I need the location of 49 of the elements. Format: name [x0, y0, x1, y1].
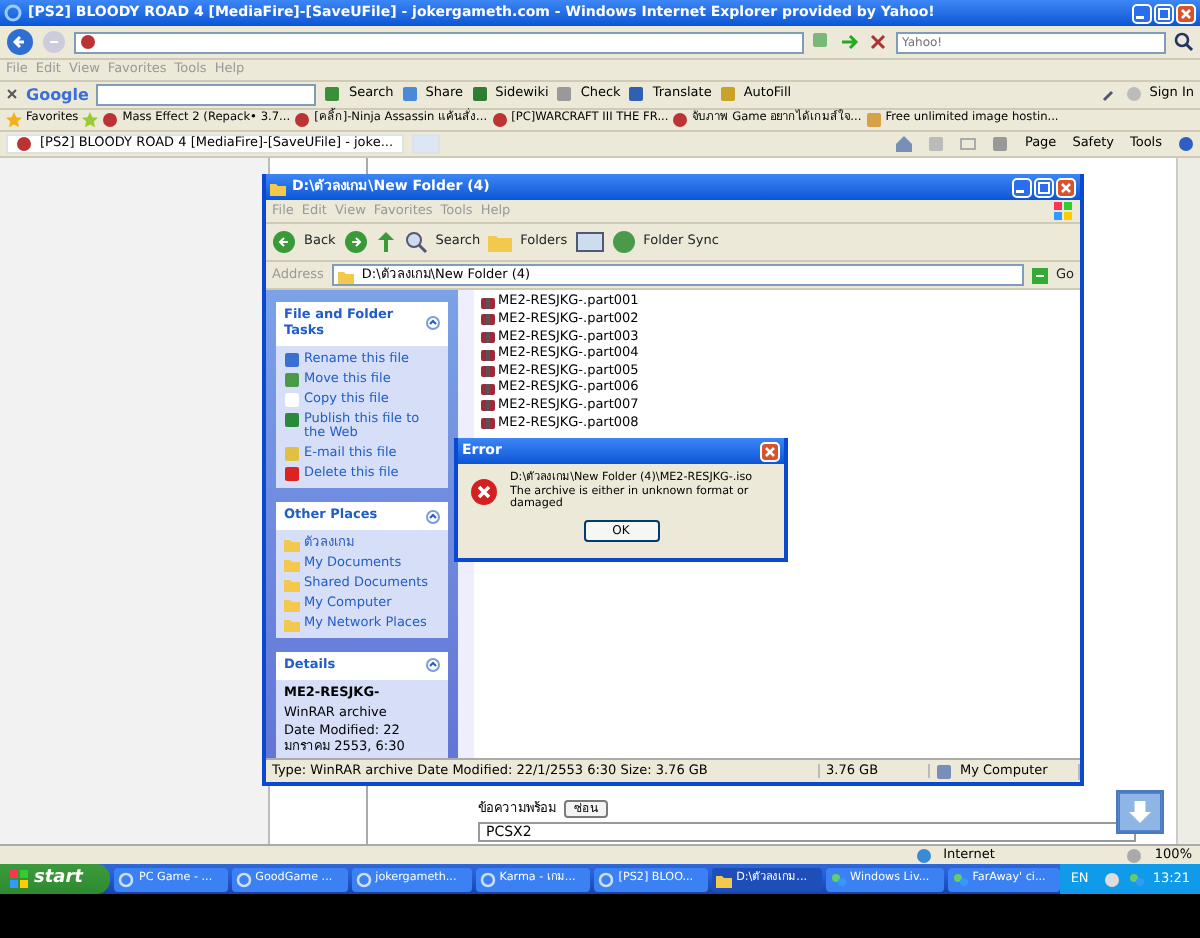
- start-button[interactable]: start: [0, 864, 111, 894]
- views-icon[interactable]: [575, 232, 604, 252]
- maximize-icon[interactable]: [1154, 3, 1174, 23]
- folder-icon: [270, 179, 286, 195]
- toolbar-icon: [401, 86, 418, 103]
- site-icon: [16, 135, 32, 152]
- download-arrow-icon[interactable]: [1116, 790, 1164, 834]
- search-icon[interactable]: [1174, 32, 1194, 52]
- up-arrow-icon[interactable]: [375, 230, 396, 254]
- site-icon: [294, 111, 311, 128]
- folder-icon: [488, 230, 513, 254]
- address-field[interactable]: [74, 31, 804, 53]
- scrollbar[interactable]: [1176, 157, 1200, 844]
- browser-logo-icon: [4, 4, 22, 22]
- toolbar-icon: [719, 86, 736, 103]
- site-icon: [672, 111, 689, 128]
- toolbar-logo: Google: [26, 85, 89, 105]
- browser-icon: [598, 871, 615, 887]
- collapse-chevron-icon[interactable]: [426, 316, 440, 331]
- people-icon: [952, 871, 969, 887]
- site-icon: [865, 111, 882, 128]
- browser-icon: [355, 871, 372, 887]
- minimize-icon[interactable]: [1012, 177, 1032, 197]
- stop-icon[interactable]: [868, 32, 888, 52]
- browser-icon: [479, 871, 496, 887]
- toolbar-icon: [628, 86, 645, 103]
- folder-icon: [716, 871, 733, 887]
- error-icon: [470, 478, 498, 507]
- site-icon: [102, 111, 119, 128]
- toolbar-icon: [556, 86, 573, 103]
- toolbar-icon: [324, 86, 341, 103]
- browser-icon: [235, 871, 252, 887]
- collapse-chevron-icon[interactable]: [426, 658, 440, 673]
- site-icon: [491, 111, 508, 128]
- search-icon: [403, 230, 428, 254]
- people-icon: [830, 871, 847, 887]
- site-icon: [80, 34, 96, 50]
- minimize-icon[interactable]: [1132, 3, 1152, 23]
- star-icon[interactable]: [6, 111, 22, 128]
- close-icon[interactable]: [6, 88, 18, 101]
- windows-logo-icon: [1054, 202, 1074, 220]
- windows-logo-icon: [10, 870, 28, 888]
- maximize-icon[interactable]: [1034, 177, 1054, 197]
- toolbar-icon: [471, 86, 488, 103]
- home-icon[interactable]: [896, 135, 913, 152]
- browser-icon: [118, 871, 135, 887]
- collapse-chevron-icon[interactable]: [426, 509, 440, 524]
- folder-icon: [337, 267, 354, 283]
- toolbar-search-field[interactable]: [96, 83, 317, 106]
